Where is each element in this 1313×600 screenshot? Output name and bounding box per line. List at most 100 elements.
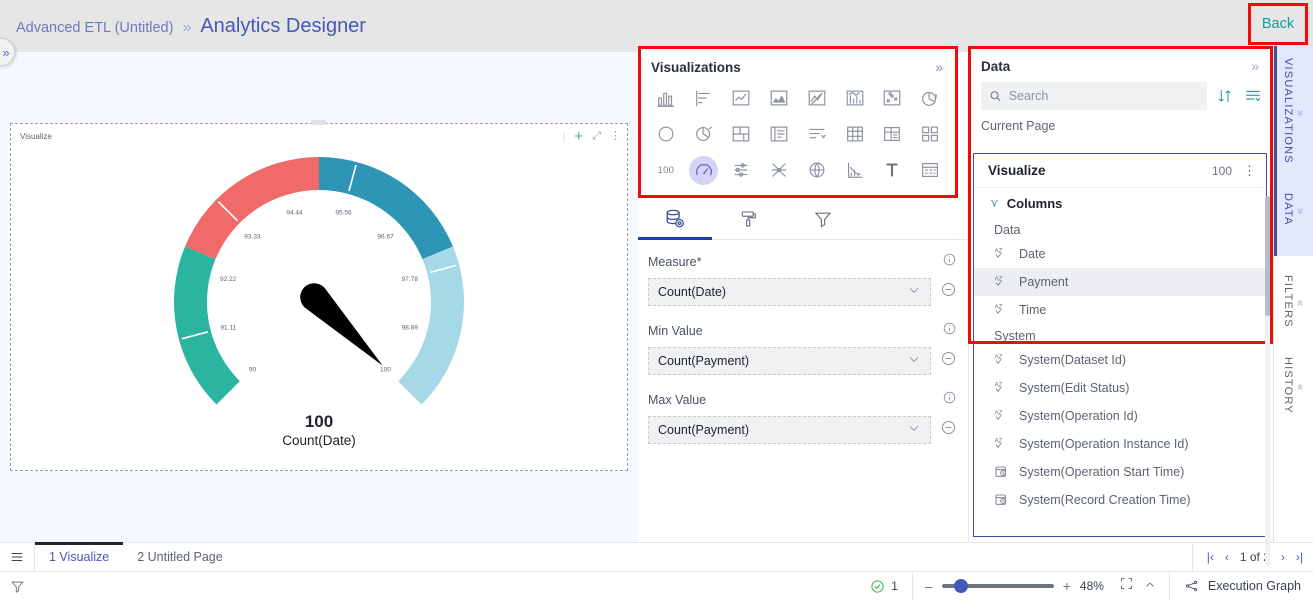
zoom-in-button[interactable]: +: [1063, 579, 1071, 593]
gauge-widget[interactable]: Visualize | + ⤢ ⋮ 9091.1192.2293.3394.44…: [10, 123, 628, 471]
data-field-item[interactable]: AZPayment: [974, 268, 1266, 296]
pager-prev-button[interactable]: ‹: [1225, 550, 1229, 564]
viz-type-dropdown-list[interactable]: [798, 117, 836, 151]
pages-menu-button[interactable]: [0, 550, 34, 564]
data-field-item[interactable]: AZSystem(Operation Instance Id): [974, 430, 1266, 458]
back-button[interactable]: Back: [1262, 16, 1294, 32]
viz-type-bar-chart[interactable]: [685, 81, 723, 115]
design-canvas[interactable]: Visualize | + ⤢ ⋮ 9091.1192.2293.3394.44…: [0, 52, 638, 542]
viz-type-text-box[interactable]: [874, 153, 912, 187]
pager: |‹ ‹ 1 of 2 › ›|: [1192, 543, 1313, 572]
viz-type-area-chart[interactable]: [760, 81, 798, 115]
viz-type-scatter-chart[interactable]: [874, 81, 912, 115]
data-field-item[interactable]: AZTime: [974, 296, 1266, 324]
rail-item-filters[interactable]: FILTERS «: [1274, 268, 1313, 334]
widget-drag-handle[interactable]: [311, 120, 327, 125]
rail-item-data[interactable]: DATA »: [1274, 182, 1313, 236]
page-tab[interactable]: 1 Visualize: [35, 543, 123, 572]
data-panel-scrollbar-thumb[interactable]: [1265, 196, 1270, 316]
search-input[interactable]: [1009, 89, 1199, 103]
data-field-item[interactable]: AZSystem(Dataset Id): [974, 346, 1266, 374]
viz-type-line-chart[interactable]: [723, 81, 761, 115]
data-field-item[interactable]: AZSystem(Edit Status): [974, 374, 1266, 402]
viz-type-matrix[interactable]: [911, 117, 949, 151]
zoom-slider[interactable]: [942, 584, 1054, 588]
widget-expand-icon[interactable]: ⤢: [592, 131, 601, 142]
status-filter-button[interactable]: [0, 579, 34, 594]
chevron-right-icon: »: [0, 45, 10, 60]
viz-type-table[interactable]: [836, 117, 874, 151]
property-select-row: Count(Payment): [648, 347, 957, 375]
viz-type-kpi-100[interactable]: 100: [647, 153, 685, 187]
pager-next-button[interactable]: ›: [1281, 550, 1285, 564]
property-select[interactable]: Count(Date): [648, 278, 931, 306]
viz-type-network-chart[interactable]: [760, 153, 798, 187]
data-field-item[interactable]: AZDate: [974, 240, 1266, 268]
info-icon[interactable]: [942, 390, 957, 410]
sort-arrows-icon[interactable]: [1216, 87, 1234, 105]
dataset-more-options-icon[interactable]: ⋮: [1243, 163, 1256, 179]
data-tree-scroll[interactable]: Visualize 100 ⋮ ⋎ Columns DataAZDateAZPa…: [974, 154, 1266, 536]
breadcrumb-parent[interactable]: Advanced ETL (Untitled): [16, 20, 173, 36]
info-icon[interactable]: [942, 321, 957, 341]
remove-field-button[interactable]: [940, 419, 957, 441]
search-box[interactable]: [981, 82, 1207, 110]
data-field-label: System(Operation Id): [1019, 409, 1138, 423]
viz-type-pie-chart[interactable]: [911, 81, 949, 115]
fit-screen-icon[interactable]: [1119, 576, 1134, 596]
zoom-percent: 48%: [1080, 579, 1110, 593]
visualizations-collapse-icon[interactable]: »: [935, 59, 943, 75]
viz-type-combination-chart[interactable]: [798, 81, 836, 115]
remove-field-button[interactable]: [940, 350, 957, 372]
visualizations-panel: Visualizations » 100: [638, 46, 958, 198]
widget-more-icon[interactable]: ⋮: [610, 131, 621, 142]
chevron-up-icon[interactable]: [1143, 579, 1157, 593]
text-field-icon: AZ: [994, 302, 1010, 318]
validation-status[interactable]: 1: [856, 579, 912, 594]
data-field-item[interactable]: System(Record Creation Time): [974, 486, 1266, 514]
chevron-down-icon: ⋎: [990, 196, 999, 210]
page-tab[interactable]: 2 Untitled Page: [123, 543, 236, 572]
right-rail: VISUALIZATIONS » DATA » FILTERS « HISTOR…: [1273, 46, 1313, 542]
viz-type-funnel-chart[interactable]: [685, 117, 723, 151]
tab-data[interactable]: [638, 198, 712, 239]
viz-type-gauge-chart[interactable]: [685, 153, 723, 187]
execution-graph-button[interactable]: Execution Graph: [1170, 579, 1313, 593]
viz-type-column-chart[interactable]: [647, 81, 685, 115]
viz-type-card-list[interactable]: [760, 117, 798, 151]
widget-divider-icon: |: [562, 130, 565, 142]
pager-last-button[interactable]: ›|: [1296, 550, 1303, 564]
tab-filter[interactable]: [786, 198, 860, 239]
pager-first-button[interactable]: |‹: [1207, 550, 1214, 564]
tab-format[interactable]: [712, 198, 786, 239]
rail-item-history[interactable]: HISTORY «: [1274, 352, 1313, 418]
data-field-item[interactable]: AZSystem(Operation Id): [974, 402, 1266, 430]
viz-type-pareto-chart[interactable]: [836, 153, 874, 187]
bullet-chart-icon: [730, 159, 752, 181]
viz-type-range-chart[interactable]: [836, 81, 874, 115]
zoom-out-button[interactable]: –: [925, 579, 933, 593]
text-box-icon: [881, 159, 903, 181]
rail-item-visualizations[interactable]: VISUALIZATIONS »: [1274, 52, 1313, 170]
property-select[interactable]: Count(Payment): [648, 347, 931, 375]
viz-type-pivot-table[interactable]: [874, 117, 912, 151]
columns-group-toggle[interactable]: ⋎ Columns: [974, 188, 1266, 218]
viz-type-grid-report[interactable]: [911, 153, 949, 187]
remove-field-button[interactable]: [940, 281, 957, 303]
property-select[interactable]: Count(Payment): [648, 416, 931, 444]
viz-type-doughnut-chart[interactable]: [647, 117, 685, 151]
viz-type-bullet-chart[interactable]: [723, 153, 761, 187]
zoom-slider-knob[interactable]: [954, 579, 968, 593]
data-field-item[interactable]: System(Operation Start Time): [974, 458, 1266, 486]
gauge-tick-label: 93.33: [244, 234, 261, 241]
dataset-row-count: 100: [1212, 164, 1232, 178]
data-panel-collapse-icon[interactable]: »: [1251, 58, 1259, 74]
rail-chevron-data: »: [1294, 208, 1306, 214]
dataset-header[interactable]: Visualize 100 ⋮: [974, 154, 1266, 188]
filter-list-icon[interactable]: [1243, 87, 1263, 105]
widget-add-icon[interactable]: +: [574, 129, 583, 144]
viz-type-treemap[interactable]: [723, 117, 761, 151]
info-icon[interactable]: [942, 252, 957, 272]
viz-type-map-globe[interactable]: [798, 153, 836, 187]
gauge-chart[interactable]: 9091.1192.2293.3394.4495.5696.6797.7898.…: [11, 148, 627, 466]
